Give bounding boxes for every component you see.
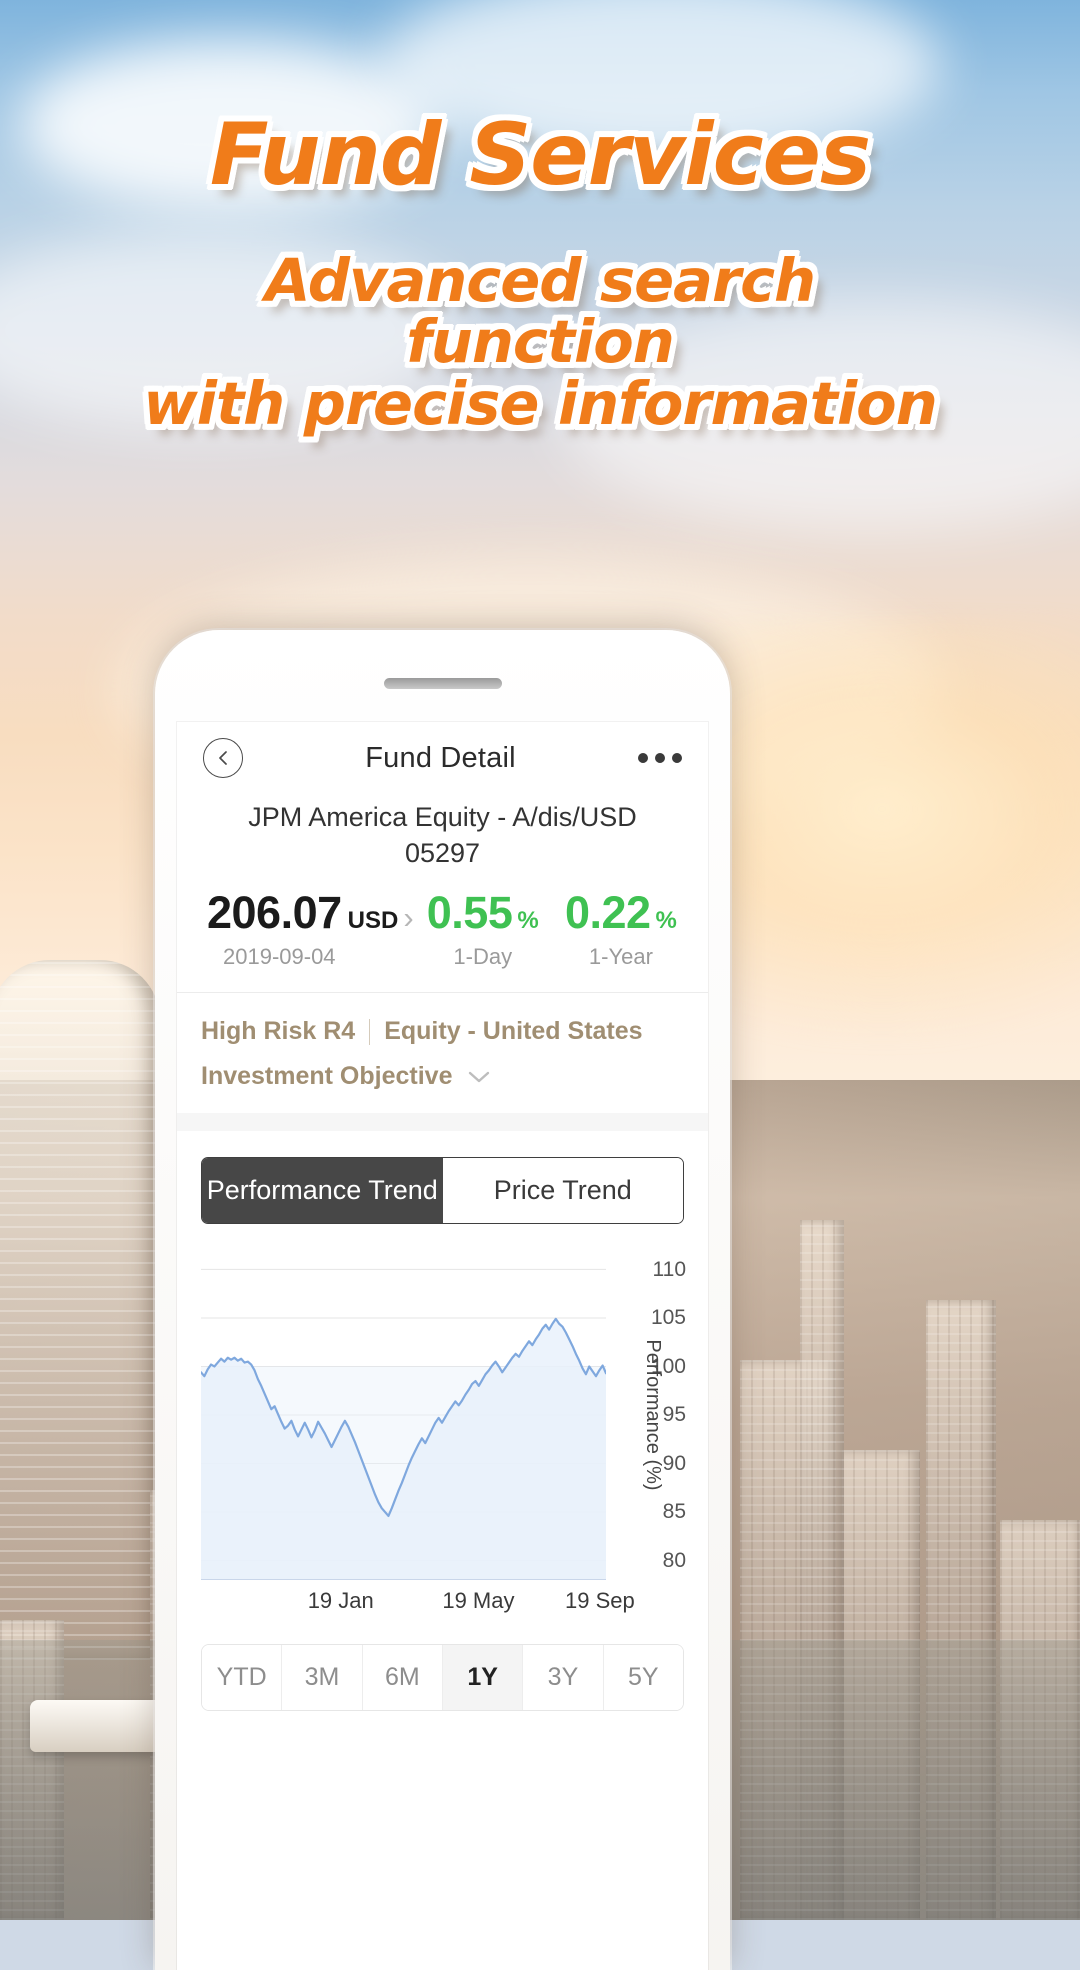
chart-svg [201, 1250, 606, 1581]
fund-category: Equity - United States [384, 1017, 643, 1046]
phone-speaker-grille [383, 678, 502, 689]
chart-y-tick: 85 [662, 1500, 686, 1524]
metric-1year-value: 0.22 [564, 887, 651, 939]
sun-glow [700, 620, 1080, 1040]
chart-y-tick: 80 [662, 1548, 686, 1572]
hero-subtitle-line-1: Advanced search [264, 246, 816, 315]
metric-1day-unit: % [517, 907, 539, 935]
nav-price-currency: USD [347, 907, 399, 935]
metric-1year-label: 1-Year [588, 944, 653, 970]
chart-y-tick: 110 [652, 1257, 686, 1281]
time-range-group: YTD 3M 6M 1Y 3Y 5Y [201, 1644, 684, 1712]
range-1y[interactable]: 1Y [442, 1645, 524, 1711]
range-3y[interactable]: 3Y [523, 1645, 604, 1711]
fund-risk-row: High Risk R4 Equity - United States [177, 993, 708, 1046]
trend-tab-group: Performance Trend Price Trend [201, 1157, 684, 1225]
section-gap [177, 1113, 708, 1132]
chart-x-tick: 19 Jan [307, 1588, 374, 1614]
back-button[interactable] [203, 738, 243, 778]
separator [369, 1018, 371, 1045]
metric-1day-value-line: 0.55% [414, 887, 552, 939]
range-ytd[interactable]: YTD [202, 1645, 283, 1711]
hero-title: Fund Services [0, 106, 1080, 205]
investment-objective-label: Investment Objective [201, 1062, 453, 1091]
chevron-left-icon [218, 751, 227, 765]
tab-price-trend[interactable]: Price Trend [442, 1158, 683, 1224]
app-navbar: Fund Detail [177, 722, 708, 794]
hero-subtitle-line-2: function [406, 307, 675, 377]
risk-badge: High Risk R4 [201, 1017, 356, 1046]
nav-price-date: 2019-09-04 [223, 944, 336, 970]
chart-x-tick-labels: 19 Jan 19 May 19 Sep [201, 1588, 684, 1622]
fund-code: 05297 [404, 837, 481, 868]
range-5y[interactable]: 5Y [603, 1645, 683, 1711]
nav-price-line: 206.07 USD › [207, 887, 414, 939]
nav-price-cell[interactable]: 206.07 USD › 2019-09-04 [195, 887, 414, 970]
performance-chart[interactable]: 110 105 100 95 90 85 80 Performance (%) [201, 1250, 686, 1581]
more-menu-button[interactable] [638, 753, 682, 763]
chart-y-tick: 90 [662, 1451, 686, 1475]
fund-name: JPM America Equity - A/dis/USD [248, 802, 637, 832]
chart-y-tick: 95 [662, 1403, 686, 1427]
skyscraper [0, 960, 160, 1660]
chart-x-tick: 19 May [442, 1588, 515, 1614]
metric-1year: 0.22% 1-Year [552, 887, 690, 970]
hero-subtitle-line-3: with precise information [143, 368, 937, 438]
phone-mockup: Fund Detail JPM America Equity - A/dis/U… [155, 630, 730, 1970]
metric-1year-value-line: 0.22% [552, 887, 690, 939]
range-6m[interactable]: 6M [362, 1645, 443, 1711]
chart-y-axis-title: Performance (%) [641, 1339, 664, 1491]
hero-subtitle: Advanced search function with precise in… [0, 250, 1080, 434]
hero-title-text: Fund Services [209, 105, 871, 205]
metric-1year-unit: % [655, 907, 677, 935]
chevron-right-icon: › [403, 900, 414, 936]
investment-objective-row[interactable]: Investment Objective [177, 1046, 708, 1113]
chart-x-tick: 19 Sep [565, 1588, 635, 1614]
nav-price-value: 206.07 [207, 887, 342, 939]
range-3m[interactable]: 3M [282, 1645, 363, 1711]
chart-y-tick: 105 [650, 1306, 686, 1330]
tab-performance-trend[interactable]: Performance Trend [202, 1158, 443, 1224]
fund-price-row: 206.07 USD › 2019-09-04 0.55% 1-Day 0.22% … [177, 881, 708, 992]
app-screen: Fund Detail JPM America Equity - A/dis/U… [177, 722, 708, 1970]
metric-1day: 0.55% 1-Day [414, 887, 552, 970]
metric-1day-label: 1-Day [453, 944, 513, 970]
metric-1day-value: 0.55 [426, 887, 513, 939]
chevron-down-icon [469, 1071, 490, 1082]
chart-plot-area [201, 1250, 606, 1581]
page-title: Fund Detail [365, 741, 516, 774]
